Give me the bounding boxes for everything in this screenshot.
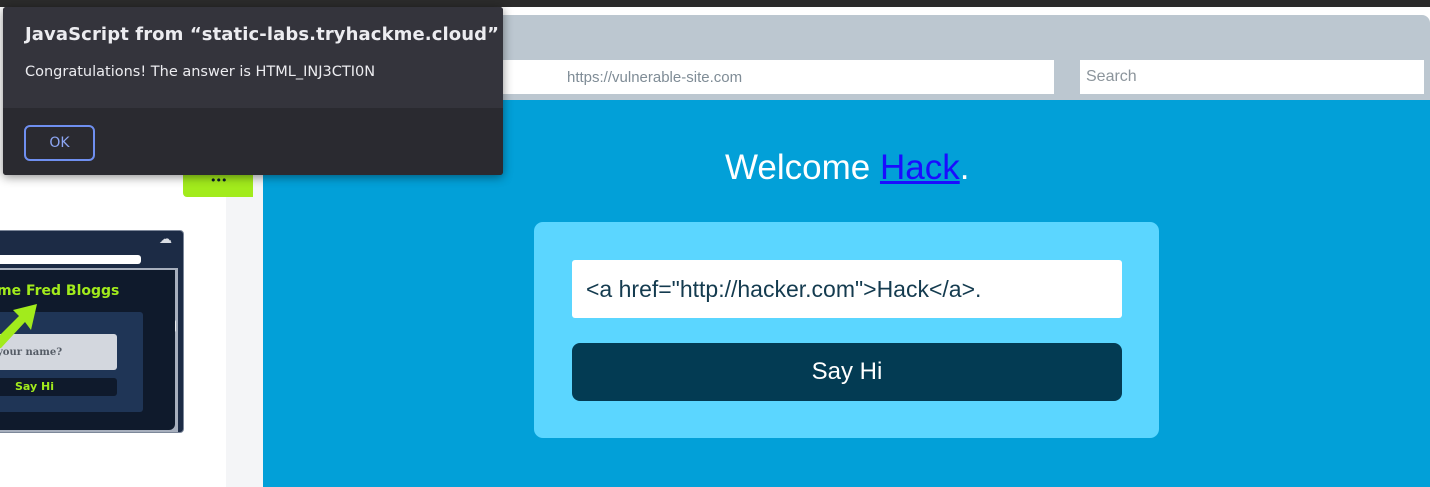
illustration-page: me Fred Bloggs your name? Say Hi — [0, 270, 175, 430]
url-bar[interactable]: https://vulnerable-site.com — [503, 60, 1054, 94]
more-dots-icon: ••• — [210, 174, 227, 187]
alert-footer: OK — [3, 108, 503, 175]
say-hi-button[interactable]: Say Hi — [572, 343, 1122, 401]
illustration-address-bar — [0, 255, 141, 264]
pointer-arrow-icon — [0, 304, 37, 348]
illustration-say-hi-button: Say Hi — [0, 378, 117, 396]
welcome-prefix: Welcome — [725, 148, 880, 187]
welcome-suffix: . — [959, 148, 970, 187]
ok-button[interactable]: OK — [24, 125, 95, 161]
injected-hack-link[interactable]: Hack — [880, 148, 960, 187]
javascript-alert-dialog: JavaScript from “static-labs.tryhackme.c… — [3, 7, 503, 175]
alert-title: JavaScript from “static-labs.tryhackme.c… — [25, 24, 500, 45]
greeting-form-card: <a href="http://hacker.com">Hack</a>. Sa… — [534, 222, 1159, 438]
search-placeholder: Search — [1086, 68, 1137, 85]
cloud-icon: ☁ — [159, 232, 172, 247]
illustration-frame: me Fred Bloggs your name? Say Hi — [0, 268, 178, 432]
url-text: https://vulnerable-site.com — [567, 69, 743, 86]
alert-message: Congratulations! The answer is HTML_INJ3… — [25, 64, 376, 80]
search-input[interactable]: Search — [1080, 60, 1424, 94]
window-top-strip — [0, 0, 1430, 7]
name-input[interactable]: <a href="http://hacker.com">Hack</a>. — [572, 260, 1122, 318]
illustration-heading: me Fred Bloggs — [0, 283, 120, 299]
task-illustration: ☁ me Fred Bloggs your name? Say Hi — [0, 230, 184, 433]
alert-body: JavaScript from “static-labs.tryhackme.c… — [3, 7, 503, 108]
